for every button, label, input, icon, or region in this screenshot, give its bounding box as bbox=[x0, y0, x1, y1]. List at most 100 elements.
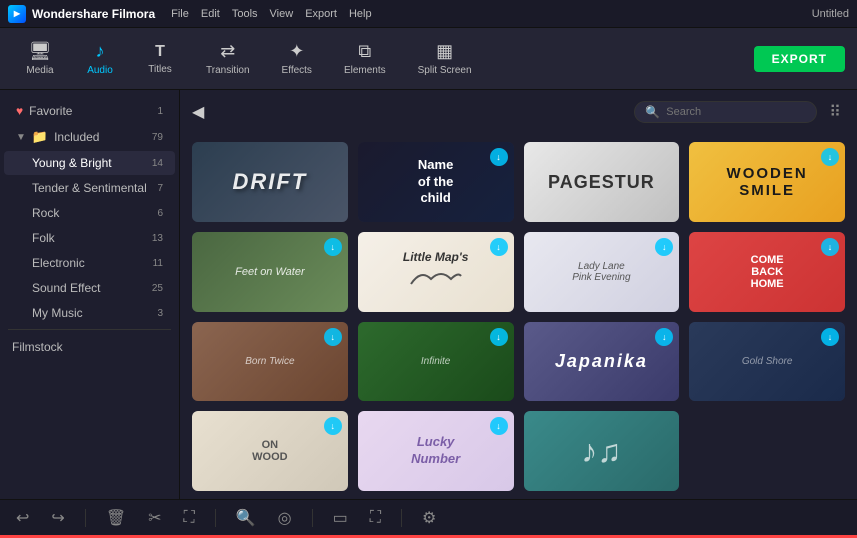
card-mark[interactable]: Born Twice ↓ Mark Tracy - Born Twice bbox=[192, 322, 348, 402]
export-button[interactable]: EXPORT bbox=[754, 46, 845, 72]
search-box: 🔍 bbox=[634, 101, 817, 123]
thumb-wooden: WOODEN SMILE ↓ bbox=[689, 142, 845, 222]
download-badge-ryan: ↓ bbox=[655, 328, 673, 346]
heart-icon: ♥ bbox=[16, 104, 23, 118]
card-drift[interactable]: DRIFT Drift - Drift bbox=[192, 142, 348, 222]
folk-label: Folk bbox=[32, 231, 55, 245]
app-name: Wondershare Filmora bbox=[32, 7, 155, 21]
sidebar-electronic[interactable]: Electronic 11 bbox=[4, 251, 175, 275]
media-icon: 🖥 bbox=[29, 41, 52, 62]
sidebar-folk[interactable]: Folk 13 bbox=[4, 226, 175, 250]
download-badge: ↓ bbox=[490, 148, 508, 166]
media-label: Media bbox=[26, 65, 53, 76]
young-bright-count: 14 bbox=[152, 158, 163, 169]
effects-icon: ✦ bbox=[289, 41, 304, 62]
splitscreen-icon: ▦ bbox=[436, 41, 453, 62]
transition-icon: ⇄ bbox=[220, 41, 235, 62]
mymusic-label: My Music bbox=[32, 306, 83, 320]
fullscreen-button[interactable]: ⛶ bbox=[364, 505, 387, 531]
card-lucky[interactable]: LuckyNumber ↓ bbox=[358, 411, 514, 491]
menu-edit[interactable]: Edit bbox=[201, 8, 220, 20]
thumb-ryan: Japanika ↓ bbox=[524, 322, 680, 402]
undo-button[interactable]: ↩ bbox=[10, 504, 35, 532]
sidebar-mymusic[interactable]: My Music 3 bbox=[4, 301, 175, 325]
elements-label: Elements bbox=[344, 65, 386, 76]
sidebar-favorite[interactable]: ♥ Favorite 1 bbox=[4, 99, 175, 123]
toolbar-titles[interactable]: T Titles bbox=[132, 37, 188, 81]
card-pages[interactable]: PAGESTUR Drift - Pages Turn bbox=[524, 142, 680, 222]
card-lady[interactable]: Lady LanePink Evening ↓ Lady Lane - The … bbox=[524, 232, 680, 312]
sidebar-rock[interactable]: Rock 6 bbox=[4, 201, 175, 225]
electronic-count: 11 bbox=[153, 258, 163, 269]
thumb-on: ONWOOD ↓ bbox=[192, 411, 348, 491]
toolbar-divider-4 bbox=[401, 509, 402, 527]
download-badge-on: ↓ bbox=[324, 417, 342, 435]
splitscreen-label: Split Screen bbox=[418, 65, 472, 76]
sidebar: ♥ Favorite 1 ▼ 📁 Included 79 Young & Bri… bbox=[0, 90, 180, 499]
menu-bar: File Edit Tools View Export Help bbox=[171, 8, 371, 20]
tender-count: 7 bbox=[157, 183, 163, 194]
crop-button[interactable]: ⛶ bbox=[178, 505, 201, 531]
audio-grid: DRIFT Drift - Drift Nameof thechild ↓ Na… bbox=[180, 134, 857, 499]
download-badge-lowtree: ↓ bbox=[821, 238, 839, 256]
search-input[interactable] bbox=[666, 106, 806, 118]
card-lowtree[interactable]: COME BACK HOME ↓ Low Tree - Come Back H.… bbox=[689, 232, 845, 312]
menu-tools[interactable]: Tools bbox=[232, 8, 258, 20]
card-on[interactable]: ONWOOD ↓ bbox=[192, 411, 348, 491]
toolbar-divider-1 bbox=[85, 509, 86, 527]
settings-button[interactable]: ⚙ bbox=[416, 504, 442, 532]
included-chevron: ▼ bbox=[16, 132, 26, 143]
toolbar-audio[interactable]: ♪ Audio bbox=[72, 35, 128, 82]
menu-file[interactable]: File bbox=[171, 8, 189, 20]
cut-button[interactable]: ✂ bbox=[142, 504, 167, 532]
sidebar-young-bright[interactable]: Young & Bright 14 bbox=[4, 151, 175, 175]
card-little[interactable]: Little Map's ↓ Little Maps - Eddie bbox=[358, 232, 514, 312]
download-badge-lady: ↓ bbox=[655, 238, 673, 256]
main-area: ♥ Favorite 1 ▼ 📁 Included 79 Young & Bri… bbox=[0, 90, 857, 499]
thumb-name: Nameof thechild ↓ bbox=[358, 142, 514, 222]
card-feet[interactable]: Feet on Water ↓ Feet On Water - Unexpec.… bbox=[192, 232, 348, 312]
card-music[interactable]: ♪♫ bbox=[524, 411, 680, 491]
titles-icon: T bbox=[155, 43, 165, 61]
sidebar-filmstock[interactable]: Filmstock bbox=[0, 334, 179, 360]
rock-label: Rock bbox=[32, 206, 59, 220]
window-title: Untitled bbox=[812, 8, 849, 20]
sidebar-soundeffect[interactable]: Sound Effect 25 bbox=[4, 276, 175, 300]
menu-help[interactable]: Help bbox=[349, 8, 372, 20]
card-ryan[interactable]: Japanika ↓ Ryan Jones - Japanika bbox=[524, 322, 680, 402]
content-header: ◀ 🔍 ⠿ bbox=[180, 90, 857, 134]
menu-export[interactable]: Export bbox=[305, 8, 337, 20]
thumb-little: Little Map's ↓ bbox=[358, 232, 514, 312]
toolbar-media[interactable]: 🖥 Media bbox=[12, 35, 68, 82]
menu-view[interactable]: View bbox=[270, 8, 294, 20]
thumb-music: ♪♫ bbox=[524, 411, 680, 491]
soundeffect-label: Sound Effect bbox=[32, 281, 101, 295]
favorite-count: 1 bbox=[157, 106, 163, 117]
toolbar-splitscreen[interactable]: ▦ Split Screen bbox=[404, 35, 486, 82]
download-badge-lucky: ↓ bbox=[490, 417, 508, 435]
young-bright-label: Young & Bright bbox=[32, 156, 112, 170]
sidebar-included[interactable]: ▼ 📁 Included 79 bbox=[4, 124, 175, 150]
toolbar-transition[interactable]: ⇄ Transition bbox=[192, 35, 264, 82]
redo-button[interactable]: ↪ bbox=[45, 504, 70, 532]
elements-icon: ⧉ bbox=[358, 41, 371, 62]
collapse-arrow[interactable]: ◀ bbox=[192, 102, 208, 122]
subtitle-button[interactable]: ▭ bbox=[327, 504, 354, 532]
toolbar-effects[interactable]: ✦ Effects bbox=[268, 35, 326, 82]
thumb-drift: DRIFT bbox=[192, 142, 348, 222]
sidebar-tender[interactable]: Tender & Sentimental 7 bbox=[4, 176, 175, 200]
download-badge-wooden: ↓ bbox=[821, 148, 839, 166]
toolbar-elements[interactable]: ⧉ Elements bbox=[330, 35, 400, 82]
grid-view-button[interactable]: ⠿ bbox=[825, 98, 845, 126]
delete-button[interactable]: 🗑 bbox=[100, 504, 132, 532]
thumb-lucky: LuckyNumber ↓ bbox=[358, 411, 514, 491]
color-button[interactable]: ◎ bbox=[272, 504, 298, 532]
search-icon: 🔍 bbox=[645, 105, 660, 119]
card-lights[interactable]: Gold Shore ↓ Lights on the Gold Shore ..… bbox=[689, 322, 845, 402]
card-wooden[interactable]: WOODEN SMILE ↓ Ziv Moran - Wooden Smi... bbox=[689, 142, 845, 222]
card-name[interactable]: Nameof thechild ↓ Name of the Child - Mo… bbox=[358, 142, 514, 222]
transition-label: Transition bbox=[206, 65, 250, 76]
toolbar-divider-2 bbox=[215, 509, 216, 527]
card-garret[interactable]: Infinite ↓ Garret Bevins - Infinite - S.… bbox=[358, 322, 514, 402]
speed-button[interactable]: 🔍 bbox=[230, 504, 262, 532]
